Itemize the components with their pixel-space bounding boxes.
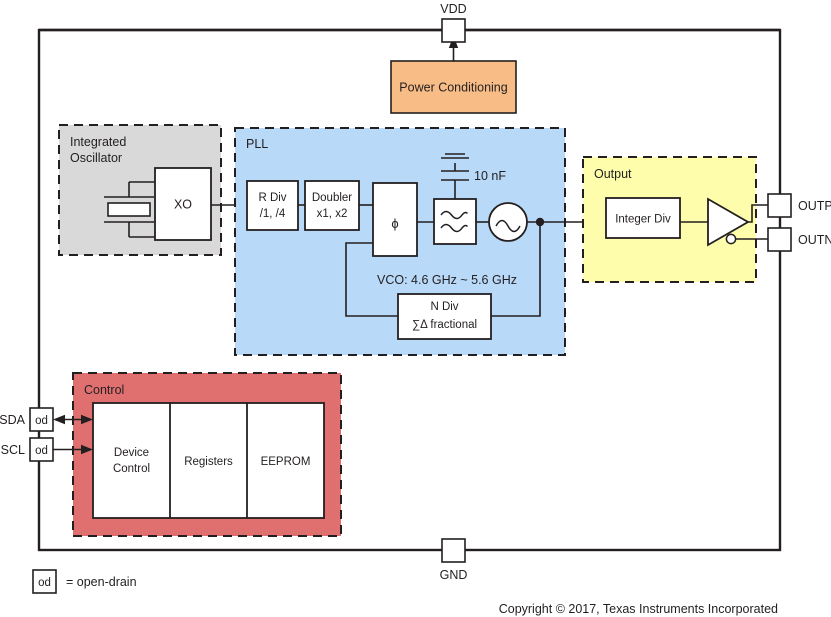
r-div-label-line2: /1, /4 [260,208,286,220]
block-diagram: Power Conditioning VDD Integrated Oscill… [0,0,831,617]
outp-pin-label: OUTP [798,199,831,213]
xo-label: XO [174,198,192,212]
pll-group-label: PLL [246,137,268,151]
output-buffer-invert-bubble [725,233,737,245]
n-div-label-line1: N Div [430,301,458,313]
integrated-oscillator-label-line2: Oscillator [70,151,122,165]
device-control-label-line1: Device [114,447,149,459]
power-conditioning-label: Power Conditioning [399,81,507,95]
loop-filter-block [433,198,477,245]
scl-od-label: od [35,445,48,457]
integrated-oscillator-label-line1: Integrated [70,135,126,149]
r-div-block [246,180,299,231]
outn-pin-label: OUTN [798,233,831,247]
doubler-label-line1: Doubler [312,192,352,204]
sda-arrowhead-left [53,414,65,425]
registers-label: Registers [184,456,233,468]
device-control-label-line2: Control [113,463,150,475]
copyright-text: Copyright © 2017, Texas Instruments Inco… [499,602,778,616]
outp-pin-square [767,193,792,218]
vdd-pin-square [441,18,466,43]
vco-range-note: VCO: 4.6 GHz ~ 5.6 GHz [377,273,517,287]
doubler-label-line2: x1, x2 [317,208,348,220]
legend-od-symbol: od [38,577,51,589]
control-group-label: Control [84,383,124,397]
vco-block [488,202,528,242]
gnd-pin-square [441,538,466,563]
scl-pin-label: SCL [1,443,25,457]
n-div-label-line2: ∑Δ fractional [412,319,477,331]
sda-od-label: od [35,415,48,427]
capacitor-value-label: 10 nF [474,169,506,183]
gnd-pin-label: GND [440,568,468,582]
vdd-pin-label: VDD [440,2,466,16]
sda-pin-label: SDA [0,413,26,427]
output-group-label: Output [594,167,632,181]
doubler-block [304,180,360,231]
diagram-canvas: Power Conditioning VDD Integrated Oscill… [0,2,831,616]
r-div-label-line1: R Div [258,192,286,204]
legend-od-text: = open-drain [66,575,137,589]
phase-detector-symbol: ϕ [391,216,398,231]
outn-pin-square [767,227,792,252]
eeprom-label: EEPROM [261,456,311,468]
integer-div-label: Integer Div [615,214,671,226]
